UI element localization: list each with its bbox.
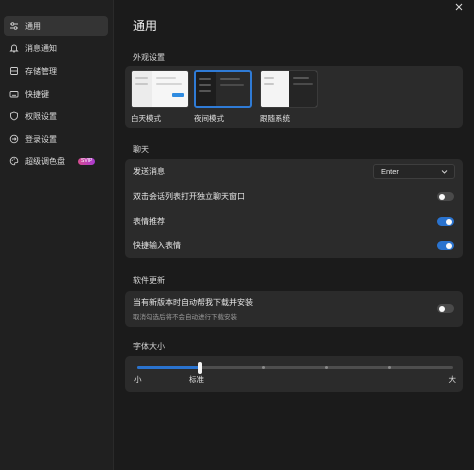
theme-option-light[interactable]: 白天模式 <box>131 70 189 124</box>
bell-icon <box>9 43 19 53</box>
quick-emoji-row: 快捷输入表情 <box>125 233 463 258</box>
sidebar: 通用 消息通知 存储管理 快捷键 权限设置 登录设置 超级调色盘 SVIP <box>0 0 114 470</box>
appearance-card: 白天模式 夜间模式 跟随系统 <box>125 66 463 128</box>
shield-icon <box>9 111 19 121</box>
sidebar-item-shortcuts[interactable]: 快捷键 <box>4 84 108 104</box>
double-click-label: 双击会话列表打开独立聊天窗口 <box>133 192 245 201</box>
emoji-recommend-label: 表情推荐 <box>133 217 165 226</box>
toggle-knob <box>446 218 452 225</box>
sidebar-item-label: 登录设置 <box>25 134 57 144</box>
font-min-label: 小 <box>134 375 142 384</box>
chevron-down-icon <box>441 170 448 174</box>
slider-thumb[interactable] <box>198 362 203 374</box>
sidebar-item-label: 通用 <box>25 21 41 31</box>
sidebar-item-notifications[interactable]: 消息通知 <box>4 38 108 58</box>
double-click-toggle[interactable] <box>437 192 454 201</box>
slider-fill <box>137 366 201 369</box>
font-size-card: 小 标准 大 <box>125 356 463 392</box>
theme-label-light: 白天模式 <box>131 114 161 123</box>
font-max-label: 大 <box>448 375 457 384</box>
slider-tick <box>261 365 265 369</box>
sidebar-item-label: 消息通知 <box>25 43 57 53</box>
keyboard-icon <box>9 89 19 99</box>
storage-icon <box>9 66 19 76</box>
send-key-value: Enter <box>381 167 399 176</box>
sliders-icon <box>9 21 19 31</box>
sidebar-item-permissions[interactable]: 权限设置 <box>4 106 108 126</box>
sidebar-item-general[interactable]: 通用 <box>4 16 108 36</box>
sidebar-item-label: 超级调色盘 <box>25 156 65 166</box>
send-message-label: 发送消息 <box>133 167 165 176</box>
chat-card: 发送消息 Enter 双击会话列表打开独立聊天窗口 表情推荐 快捷输入表情 <box>125 159 463 258</box>
sidebar-item-login[interactable]: 登录设置 <box>4 129 108 149</box>
toggle-knob <box>446 242 452 249</box>
auto-update-label: 当有新版本时自动帮我下载并安装 <box>133 298 253 307</box>
send-key-select[interactable]: Enter <box>373 164 455 179</box>
sidebar-item-label: 快捷键 <box>25 89 49 99</box>
theme-option-system[interactable]: 跟随系统 <box>260 70 318 124</box>
toggle-knob <box>439 193 445 200</box>
section-title-chat: 聊天 <box>133 145 149 154</box>
auto-update-toggle[interactable] <box>437 304 454 313</box>
theme-preview-light <box>131 70 189 108</box>
sidebar-item-label: 存储管理 <box>25 66 57 76</box>
section-title-update: 软件更新 <box>133 276 165 285</box>
sidebar-item-palette[interactable]: 超级调色盘 SVIP <box>4 151 108 171</box>
section-title-font: 字体大小 <box>133 342 165 351</box>
theme-label-dark: 夜间模式 <box>194 114 224 123</box>
theme-label-system: 跟随系统 <box>260 114 290 123</box>
double-click-row: 双击会话列表打开独立聊天窗口 <box>125 184 463 209</box>
emoji-recommend-row: 表情推荐 <box>125 209 463 234</box>
main-panel: 通用 外观设置 白天模式 夜间模式 跟随系统 聊天 发送消息 Enter 双击会… <box>115 0 474 470</box>
slider-tick <box>325 365 329 369</box>
toggle-knob <box>439 305 445 312</box>
update-card: 当有新版本时自动帮我下载并安装 取消勾选后将不会自动进行下载安装 <box>125 291 463 327</box>
emoji-recommend-toggle[interactable] <box>437 217 454 226</box>
sidebar-item-storage[interactable]: 存储管理 <box>4 61 108 81</box>
svip-badge: SVIP <box>78 157 96 165</box>
slider-tick <box>388 365 392 369</box>
font-mid-label: 标准 <box>189 375 204 384</box>
quick-emoji-label: 快捷输入表情 <box>133 241 181 250</box>
theme-preview-dark <box>194 70 252 108</box>
page-title: 通用 <box>133 19 158 33</box>
auto-update-sublabel: 取消勾选后将不会自动进行下载安装 <box>133 314 237 321</box>
palette-icon <box>9 156 19 166</box>
close-icon[interactable] <box>454 2 464 12</box>
theme-option-dark[interactable]: 夜间模式 <box>194 70 252 124</box>
send-message-row: 发送消息 Enter <box>125 159 463 184</box>
login-icon <box>9 134 19 144</box>
theme-preview-system <box>260 70 318 108</box>
section-title-appearance: 外观设置 <box>133 53 165 62</box>
quick-emoji-toggle[interactable] <box>437 241 454 250</box>
sidebar-item-label: 权限设置 <box>25 111 57 121</box>
font-size-slider[interactable] <box>137 362 453 374</box>
